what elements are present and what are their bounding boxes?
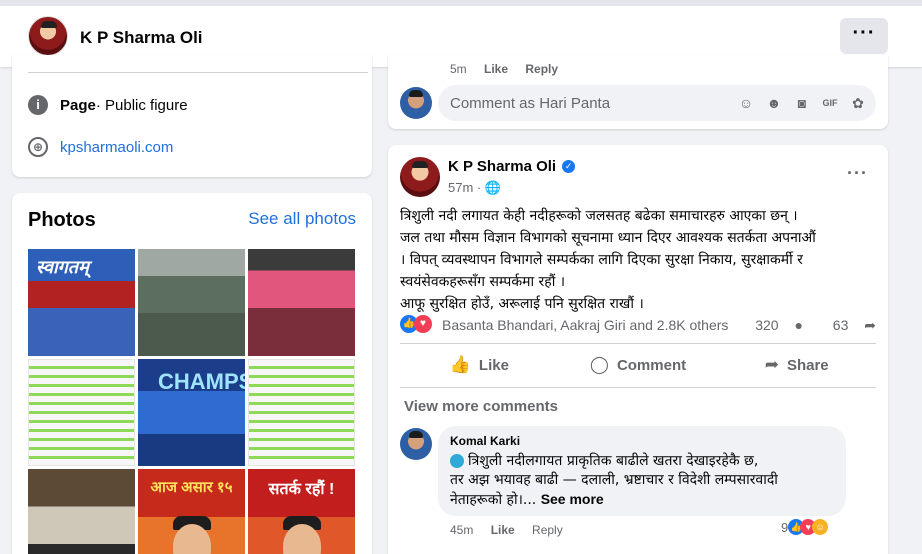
share-button[interactable]: ➦ Share [717, 349, 876, 381]
website-link[interactable]: kpsharmaoli.com [60, 139, 173, 156]
comment-button[interactable]: ◯ Comment [559, 349, 718, 381]
comment-count-value: 320 [755, 317, 779, 333]
comment-time: 5m [450, 62, 467, 76]
comment-text-line: त्रिशुली नदीलगायत प्राकृतिक बाढीले खतरा … [468, 453, 759, 469]
photo-tile[interactable]: CHAMPS [138, 359, 245, 466]
post-time[interactable]: 57m · [448, 180, 485, 195]
globe-icon: ⊕ [28, 137, 48, 157]
divider [400, 343, 876, 344]
photo-tile[interactable]: सतर्क रहौं ! [248, 469, 355, 554]
verified-badge-icon: ✓ [562, 160, 576, 173]
avatar-sticker-icon[interactable]: ☺ [736, 93, 756, 113]
share-count-value: 63 [832, 317, 849, 333]
post-options-icon[interactable]: ··· [847, 163, 868, 184]
thumbs-up-icon: 👍 [449, 355, 471, 374]
see-all-photos-link[interactable]: See all photos [248, 209, 356, 229]
page-avatar[interactable] [28, 16, 68, 56]
photo-tile[interactable]: आज असार १५ [138, 469, 245, 554]
share-count[interactable]: 63 ➦ [821, 317, 876, 333]
page-category-label: Page [60, 96, 96, 114]
post-action-bar: 👍 Like ◯ Comment ➦ Share [400, 349, 876, 381]
photo-tile[interactable] [248, 249, 355, 356]
love-reaction-icon[interactable]: ♥ [414, 315, 432, 334]
comment-count[interactable]: 320 ● [743, 317, 803, 333]
comment-reply-link[interactable]: Reply [525, 62, 558, 76]
public-globe-icon: 🌐 [484, 180, 502, 195]
previous-post-comment-area: 5m Like Reply Comment as Hari Panta ☺ ☻ … [388, 55, 888, 129]
gif-icon[interactable]: GIF [820, 93, 840, 113]
emoji-icon[interactable]: ☻ [764, 93, 784, 113]
post-text-line: आफू सुरक्षित होउँ, अरूलाई पनि सुरक्षित र… [400, 296, 644, 312]
reaction-summary: 👍 ♥ Basanta Bhandari, Aakraj Giri and 2.8… [400, 315, 876, 337]
reply-reactions[interactable]: 9 👍 ♥ ☺ [781, 519, 829, 535]
previous-comment-meta: 5m Like Reply [450, 62, 572, 76]
comment-icon: ◯ [589, 355, 609, 374]
photos-title: Photos [28, 209, 96, 231]
engagement-counts: 320 ● 63 ➦ [731, 317, 876, 334]
photo-caption: आज असार १५ [150, 479, 233, 496]
page-title[interactable]: K P Sharma Oli [80, 28, 203, 48]
more-options-button[interactable]: ··· [840, 18, 888, 54]
photo-tile[interactable] [138, 249, 245, 356]
comment-text-line: तर अझ भयावह बाढी — दलाली, भ्रष्टाचार र व… [450, 472, 778, 488]
photo-tile[interactable] [28, 359, 135, 466]
reply-like-link[interactable]: Like [491, 523, 515, 537]
commenter-name[interactable]: Komal Karki [450, 434, 834, 448]
share-label: Share [786, 356, 829, 374]
photo-grid: स्वागतम् CHAMPS आज असार १५ सतर्क रहौं ! [28, 249, 355, 554]
post-text-line: जल तथा मौसम विज्ञान विभागको सूचनामा ध्या… [400, 230, 816, 246]
post-card: K P Sharma Oli ✓ 57m · 🌐 ··· त्रिशुली नद… [388, 145, 888, 554]
comment-like-link[interactable]: Like [484, 62, 508, 76]
comment-text: त्रिशुली नदीलगायत प्राकृतिक बाढीले खतरा … [450, 452, 834, 510]
comment-label: Comment [616, 356, 687, 374]
post-text: त्रिशुली नदी लगायत केही नदीहरूको जलसतह ब… [400, 205, 880, 315]
page-category-row: i Page · Public figure [28, 95, 188, 115]
sticker-icon[interactable]: ✿ [848, 93, 868, 113]
post-text-line: त्रिशुली नदी लगायत केही नदीहरूको जलसतह ब… [400, 208, 798, 224]
reaction-names[interactable]: Basanta Bhandari, Aakraj Giri and 2.8K o… [442, 317, 728, 333]
haha-reaction-icon: ☺ [812, 519, 829, 535]
photo-caption: सतर्क रहौं ! [268, 481, 335, 498]
post-timestamp: 57m · 🌐 [448, 180, 501, 196]
commenter-avatar[interactable] [400, 428, 432, 460]
comment-input-placeholder: Comment as Hari Panta [450, 95, 611, 112]
post-author-avatar[interactable] [400, 157, 440, 197]
see-more-link[interactable]: See more [541, 491, 604, 507]
view-more-comments-link[interactable]: View more comments [404, 398, 558, 415]
post-text-line: स्वयंसेवकहरूसँग सम्पर्कमा रहौं । [400, 274, 566, 290]
post-text-line: । विपत् व्यवस्थापन विभागले सम्पर्कका लाग… [400, 252, 803, 268]
current-user-avatar[interactable] [400, 87, 432, 119]
reply-react-count: 9 [781, 519, 789, 535]
like-button[interactable]: 👍 Like [400, 349, 559, 381]
intro-divider [28, 72, 368, 73]
photo-caption: CHAMPS [158, 369, 245, 394]
photo-tile[interactable] [248, 359, 355, 466]
wave-emoji-icon [450, 454, 464, 468]
photo-tile[interactable]: स्वागतम् [28, 249, 135, 356]
post-author: K P Sharma Oli ✓ [448, 158, 576, 175]
share-arrow-icon: ➦ [864, 317, 876, 333]
comment-bubble: Komal Karki त्रिशुली नदीलगायत प्राकृतिक … [438, 426, 846, 516]
photo-caption: स्वागतम् [36, 257, 89, 277]
reply-time[interactable]: 45m [450, 523, 473, 537]
like-label: Like [478, 356, 509, 374]
page-category-value: · Public figure [95, 96, 188, 114]
share-icon: ➦ [764, 355, 779, 374]
divider [400, 387, 876, 388]
info-icon: i [28, 95, 48, 115]
reply-reply-link[interactable]: Reply [532, 523, 563, 537]
camera-icon[interactable]: ◙ [792, 93, 812, 113]
photos-card: Photos See all photos स्वागतम् CHAMPS आज… [12, 193, 372, 554]
post-author-name[interactable]: K P Sharma Oli [448, 158, 556, 175]
intro-card: i Page · Public figure ⊕ kpsharmaoli.com [12, 55, 372, 177]
comment-text-line: नेताहरूको हो।... [450, 492, 537, 508]
comment-bubble-icon: ● [794, 317, 803, 333]
reply-meta: 45m Like Reply [450, 523, 577, 537]
comment-input[interactable]: Comment as Hari Panta ☺ ☻ ◙ GIF ✿ [438, 85, 876, 121]
comment-tools: ☺ ☻ ◙ GIF ✿ [736, 93, 868, 113]
photo-tile[interactable] [28, 469, 135, 554]
website-row: ⊕ kpsharmaoli.com [28, 137, 173, 157]
